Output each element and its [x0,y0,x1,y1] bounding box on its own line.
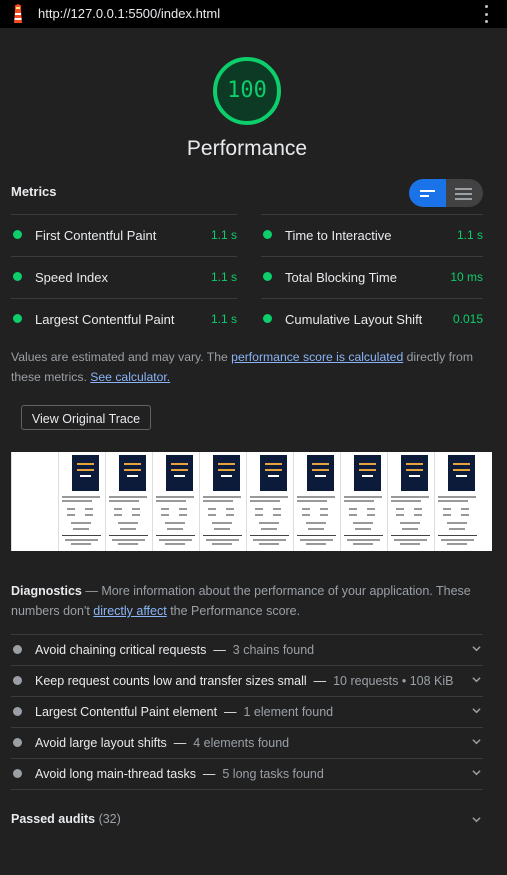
metric-largest-contentful-paint: Largest Contentful Paint 1.1 s [11,298,237,340]
performance-score: 100 [227,78,267,103]
filmstrip [11,452,492,551]
filmstrip-frame [434,452,480,551]
filmstrip-frame [293,452,339,551]
chevron-down-icon[interactable] [472,675,481,684]
metric-first-contentful-paint: First Contentful Paint 1.1 s [11,214,237,256]
category-title: Performance [186,137,308,160]
informative-icon [13,738,22,747]
audit-critical-request-chains[interactable]: Avoid chaining critical requests — 3 cha… [11,634,483,666]
audit-layout-shifts[interactable]: Avoid large layout shifts — 4 elements f… [11,727,483,759]
metric-speed-index: Speed Index 1.1 s [11,256,237,298]
audit-long-tasks[interactable]: Avoid long main-thread tasks — 5 long ta… [11,758,483,790]
metrics-note: Values are estimated and may vary. The p… [11,350,473,384]
view-original-trace-button[interactable]: View Original Trace [21,405,151,430]
filmstrip-frame [11,452,57,551]
chevron-down-icon[interactable] [472,737,481,746]
browser-toolbar: http://127.0.0.1:5500/index.html [0,0,507,28]
filmstrip-frame [340,452,386,551]
lighthouse-icon [14,4,22,23]
chevron-down-icon[interactable] [472,706,481,715]
see-calculator-link[interactable]: See calculator. [90,370,170,384]
metric-time-to-interactive: Time to Interactive 1.1 s [261,214,483,256]
audit-resource-summary[interactable]: Keep request counts low and transfer siz… [11,665,483,697]
informative-icon [13,707,22,716]
informative-icon [13,769,22,778]
pass-icon [13,314,22,323]
pass-icon [263,230,272,239]
filmstrip-frame [199,452,245,551]
score-calculated-link[interactable]: performance score is calculated [231,350,403,364]
chevron-down-icon[interactable] [472,815,481,824]
pass-icon [263,314,272,323]
passed-audits-group[interactable]: Passed audits (32) [11,789,483,852]
metrics-heading: Metrics [11,184,57,199]
directly-affect-link[interactable]: directly affect [93,604,166,618]
kebab-menu-icon[interactable] [483,5,489,23]
expanded-view-icon[interactable] [446,179,483,207]
audit-lcp-element[interactable]: Largest Contentful Paint element — 1 ele… [11,696,483,728]
metric-total-blocking-time: Total Blocking Time 10 ms [261,256,483,298]
diagnostics-heading: Diagnostics — More information about the… [11,584,471,618]
pass-icon [263,272,272,281]
chevron-down-icon[interactable] [472,768,481,777]
metric-cumulative-layout-shift: Cumulative Layout Shift 0.015 [261,298,483,340]
filmstrip-frame [387,452,433,551]
chevron-down-icon[interactable] [472,644,481,653]
filmstrip-frame [246,452,292,551]
filmstrip-frame [105,452,151,551]
informative-icon [13,676,22,685]
pass-icon [13,272,22,281]
pass-icon [13,230,22,239]
filmstrip-frame [58,452,104,551]
filmstrip-frame [152,452,198,551]
metrics-view-toggle[interactable] [409,179,483,207]
address-url[interactable]: http://127.0.0.1:5500/index.html [38,6,220,21]
summary-view-icon[interactable] [409,179,446,207]
informative-icon [13,645,22,654]
